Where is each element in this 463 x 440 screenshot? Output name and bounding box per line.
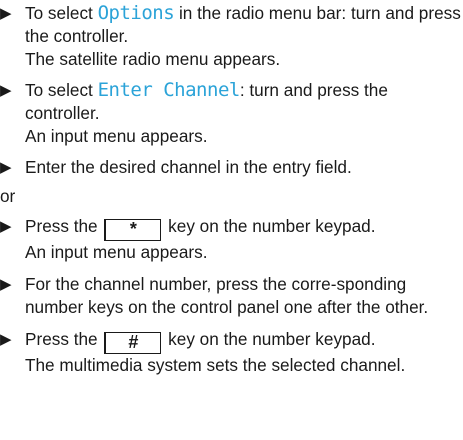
step-press-hash-key: ▶ Press the # key on the number keypad. … <box>0 328 463 377</box>
step-result: An input menu appears. <box>25 242 208 262</box>
or-separator: or <box>0 186 16 206</box>
step-result: The multimedia system sets the selected … <box>25 355 406 375</box>
step-prefix: Press the <box>25 329 103 349</box>
step-suffix: key on the number keypad. <box>163 216 376 236</box>
instruction-page: ▶ To select Options in the radio menu ba… <box>0 0 463 377</box>
step-press-number-keys: ▶ For the channel number, press the corr… <box>0 273 463 319</box>
play-arrow-icon: ▶ <box>0 331 12 348</box>
play-arrow-icon: ▶ <box>0 5 12 22</box>
step-enter-channel: ▶ Enter the desired channel in the entry… <box>0 156 463 179</box>
step-suffix: key on the number keypad. <box>163 329 376 349</box>
step-result: The satellite radio menu appears. <box>25 49 281 69</box>
play-arrow-icon: ▶ <box>0 276 12 293</box>
menu-item-options: Options <box>97 2 175 24</box>
play-arrow-icon: ▶ <box>0 159 12 176</box>
step-text: For the channel number, press the corre-… <box>25 274 429 317</box>
step-text: Enter the desired channel in the entry f… <box>25 157 352 177</box>
menu-item-enter-channel: Enter Channel <box>97 79 241 101</box>
play-arrow-icon: ▶ <box>0 218 12 235</box>
step-prefix: To select <box>25 3 98 23</box>
step-result: An input menu appears. <box>25 126 208 146</box>
step-prefix: To select <box>25 80 98 100</box>
step-select-enter-channel: ▶ To select Enter Channel: turn and pres… <box>0 79 463 148</box>
step-prefix: Press the <box>25 216 103 236</box>
play-arrow-icon: ▶ <box>0 82 12 99</box>
step-press-star-key: ▶ Press the * key on the number keypad. … <box>0 215 463 264</box>
step-select-options: ▶ To select Options in the radio menu ba… <box>0 2 463 71</box>
hash-key-symbol: # <box>104 332 162 354</box>
star-key-symbol: * <box>104 219 162 241</box>
